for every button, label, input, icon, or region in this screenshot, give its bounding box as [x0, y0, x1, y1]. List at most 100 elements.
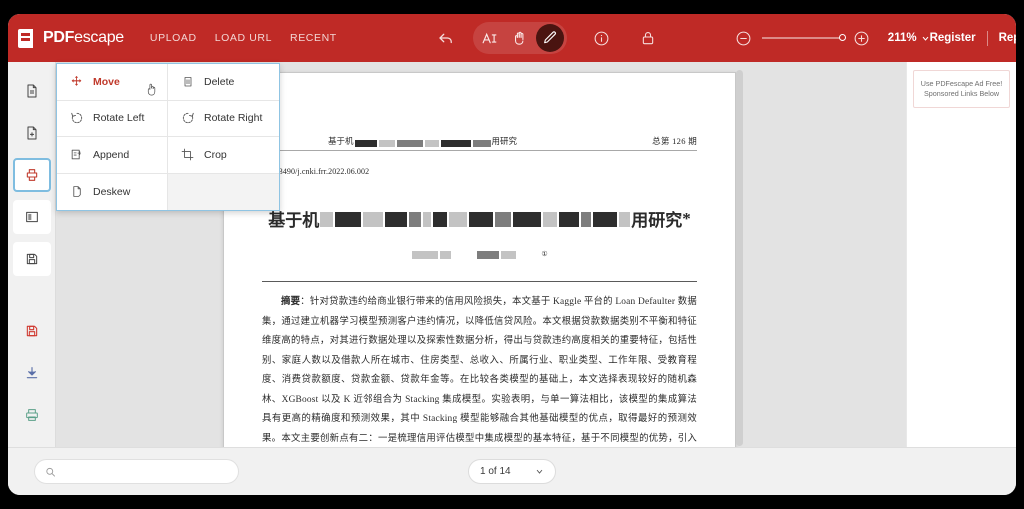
author-line: ①	[262, 249, 697, 259]
page-tools-icon	[26, 169, 37, 181]
chevron-down-icon	[536, 469, 543, 474]
document-page-icon	[27, 84, 36, 98]
pdfescape-app-window: PDFescape UPLOAD LOAD URL RECENT 211% Re…	[8, 14, 1016, 495]
zoom-slider[interactable]	[761, 34, 846, 41]
abstract-body: ：针对贷款违约给商业银行带来的信用风险损失，本文基于 Kaggle 平台的 Lo…	[262, 297, 697, 444]
menu-item-delete[interactable]: Delete	[168, 64, 279, 101]
rail-page-view[interactable]	[13, 74, 51, 108]
menu-item-rotate-right[interactable]: Rotate Right	[168, 101, 279, 137]
left-toolbar-rail	[8, 62, 56, 447]
rail-divider	[8, 284, 55, 302]
search-box[interactable]	[34, 459, 239, 484]
ad-notice-line1: Use PDFescape Ad Free!	[920, 79, 1003, 88]
rail-split-view[interactable]	[12, 200, 51, 234]
title-asterisk: *	[682, 208, 691, 228]
info-circle-icon[interactable]	[591, 27, 613, 49]
main-nav: UPLOAD LOAD URL RECENT	[150, 32, 337, 44]
ad-panel: Use PDFescape Ad Free! Sponsored Links B…	[906, 62, 1016, 447]
zoom-slider-handle[interactable]	[838, 34, 846, 41]
crop-icon	[180, 147, 195, 162]
menu-item-deskew-label: Deskew	[93, 185, 131, 198]
page-content: 基于机 用研究 总第 126 期 :10.13490/j.cnki.frr.20…	[224, 73, 735, 447]
nav-recent[interactable]: RECENT	[290, 32, 337, 44]
nav-upload[interactable]: UPLOAD	[150, 32, 197, 44]
ad-notice[interactable]: Use PDFescape Ad Free! Sponsored Links B…	[913, 70, 1010, 108]
move-arrows-icon	[69, 74, 84, 89]
append-page-icon	[69, 147, 84, 162]
title-suffix: 用研究	[631, 211, 683, 230]
abstract-label: 摘要	[281, 297, 301, 307]
rotate-left-icon	[69, 111, 84, 126]
page-scrollbar-thumb[interactable]	[736, 70, 743, 446]
menu-item-move[interactable]: Move	[57, 64, 168, 101]
rail-download[interactable]	[13, 356, 51, 390]
running-head-redaction	[354, 137, 492, 147]
rail-primary-group	[8, 62, 55, 276]
rail-print[interactable]	[13, 398, 51, 432]
lock-icon[interactable]	[637, 27, 659, 49]
pencil-tool[interactable]	[535, 24, 564, 52]
add-page-icon	[27, 126, 36, 140]
rotate-right-icon	[180, 111, 195, 126]
doi-text: :10.13490/j.cnki.frr.2022.06.002	[262, 167, 370, 176]
zoom-in-icon[interactable]	[851, 27, 873, 49]
running-head: 基于机 用研究 总第 126 期	[262, 135, 697, 151]
brand-name-bold: PDF	[43, 29, 75, 46]
download-icon	[26, 367, 37, 379]
running-head-title: 基于机 用研究	[262, 135, 517, 147]
rail-insert-page[interactable]	[13, 116, 51, 150]
author-one-redaction	[411, 249, 452, 259]
brand-logo[interactable]: PDFescape	[18, 28, 124, 48]
zoom-control: 211%	[733, 27, 930, 49]
hand-tool[interactable]	[506, 24, 534, 52]
rail-save-as[interactable]	[12, 242, 51, 276]
pointing-hand-cursor-icon	[145, 82, 158, 97]
register-button[interactable]: Register	[930, 32, 976, 44]
menu-item-deskew[interactable]: Deskew	[57, 173, 168, 210]
save-red-icon	[26, 325, 37, 337]
running-head-prefix: 基于机	[328, 136, 354, 146]
printer-icon	[25, 409, 38, 421]
pdf-page[interactable]: 基于机 用研究 总第 126 期 :10.13490/j.cnki.frr.20…	[223, 72, 736, 447]
tool-cluster	[435, 22, 659, 54]
top-toolbar: PDFescape UPLOAD LOAD URL RECENT 211% Re…	[8, 14, 1016, 62]
search-icon	[46, 467, 55, 477]
running-head-suffix: 用研究	[491, 136, 518, 146]
chevron-down-icon	[922, 36, 928, 41]
page-selector[interactable]: 1 of 14	[468, 459, 556, 484]
action-divider	[986, 30, 988, 46]
rail-save[interactable]	[13, 314, 51, 348]
ad-notice-line2: Sponsored Links Below	[923, 89, 1000, 98]
rail-page-tools[interactable]	[12, 158, 51, 192]
undo-arrow-icon[interactable]	[435, 27, 457, 49]
zoom-level-value: 211%	[887, 32, 917, 44]
page-tools-menu: Move Delete Rotate Left Rotate Right App…	[56, 63, 280, 211]
report-bug-button[interactable]: Report Bug	[999, 32, 1016, 44]
drawing-tools-group	[472, 22, 567, 54]
menu-item-rotate-right-label: Rotate Right	[204, 112, 263, 125]
trash-icon	[180, 74, 195, 89]
account-actions: Register Report Bug	[930, 30, 1016, 46]
split-view-icon	[25, 211, 38, 223]
search-input[interactable]	[61, 466, 228, 477]
zoom-level-selector[interactable]: 211%	[888, 32, 930, 44]
zoom-out-icon[interactable]	[733, 27, 755, 49]
text-tool[interactable]	[476, 24, 504, 52]
title-rule	[262, 281, 697, 282]
author-note-mark: ①	[541, 250, 548, 258]
menu-item-crop[interactable]: Crop	[168, 137, 279, 174]
title-redaction	[319, 209, 631, 229]
nav-load-url[interactable]: LOAD URL	[215, 32, 272, 44]
brand-name: PDFescape	[43, 29, 124, 47]
abstract-paragraph: 摘要：针对贷款违约给商业银行带来的信用风险损失，本文基于 Kaggle 平台的 …	[262, 293, 697, 447]
menu-item-crop-label: Crop	[204, 148, 227, 161]
menu-item-append[interactable]: Append	[57, 137, 168, 174]
deskew-page-icon	[69, 184, 84, 199]
menu-item-rotate-left[interactable]: Rotate Left	[57, 100, 168, 137]
brand-name-light: escape	[74, 29, 124, 46]
menu-item-empty	[168, 173, 279, 210]
article-title: 基于机 用研究 *	[262, 206, 697, 231]
menu-item-move-label: Move	[93, 75, 120, 88]
rail-actions-group	[8, 302, 55, 432]
menu-item-append-label: Append	[93, 148, 130, 161]
